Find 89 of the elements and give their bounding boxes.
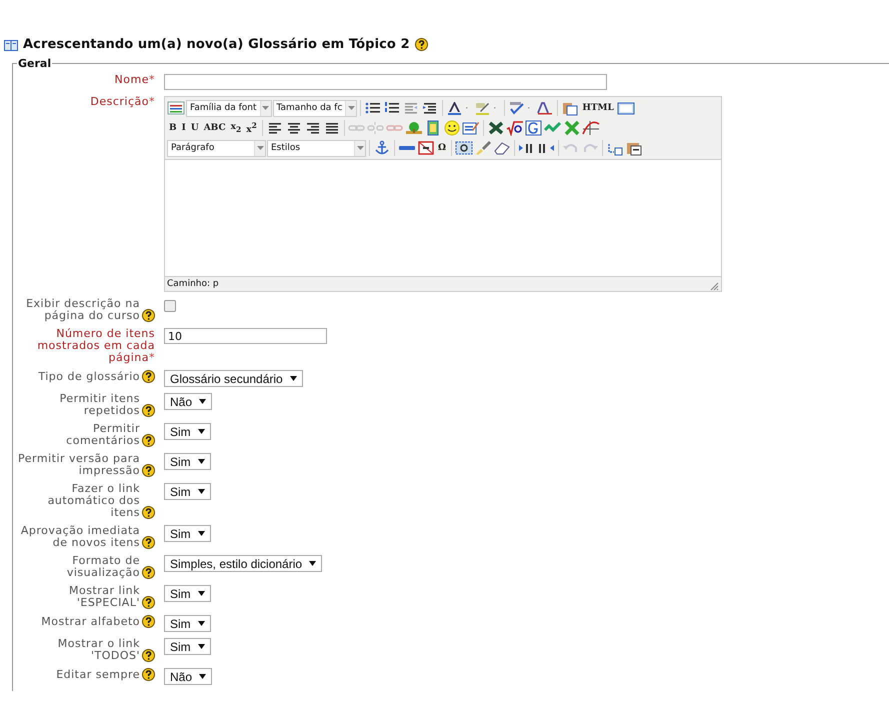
font-dropdown[interactable]: Estilos	[267, 140, 366, 156]
help-icon[interactable]	[414, 38, 428, 51]
dropdown[interactable]: Glossário secundário	[164, 370, 303, 387]
format-button[interactable]: U	[188, 120, 201, 136]
dropdown-arrow-icon[interactable]	[199, 674, 206, 679]
style-icon[interactable]	[536, 100, 554, 116]
checkbox[interactable]	[164, 300, 176, 312]
field-label: Mostrar link 'ESPECIAL'	[68, 585, 140, 609]
format-button[interactable]: x$^{2}$	[244, 120, 259, 136]
dropdown[interactable]: Não	[164, 393, 212, 410]
tree-icon[interactable]	[404, 120, 423, 136]
format-button[interactable]: I	[180, 120, 188, 136]
dropdown-arrow-icon[interactable]	[290, 376, 297, 381]
help-icon[interactable]	[142, 596, 155, 609]
grid-icon[interactable]	[167, 100, 185, 116]
crossed-box-icon[interactable]	[417, 140, 435, 156]
dropdown[interactable]: Simples, estilo dicionário	[164, 555, 322, 572]
dropdown-arrow-icon[interactable]	[198, 531, 205, 536]
dropdown-arrow-icon[interactable]	[198, 621, 205, 626]
format-button[interactable]: ABC	[202, 120, 228, 136]
brush-icon[interactable]	[474, 140, 492, 156]
dropdown-arrow-icon[interactable]	[198, 644, 205, 649]
field-label: Exibir descrição na página do curso	[25, 298, 140, 322]
font-dropdown[interactable]: Família da font	[186, 100, 272, 116]
help-icon[interactable]	[142, 370, 155, 383]
bullet-list-icon[interactable]	[364, 100, 382, 116]
help-icon[interactable]	[142, 404, 155, 417]
help-icon[interactable]	[142, 309, 155, 322]
square-root-icon[interactable]	[506, 120, 524, 136]
anchor-icon[interactable]	[373, 140, 391, 156]
field-label: Descrição*	[90, 96, 155, 108]
format-button[interactable]: x$_{2}$	[228, 120, 244, 136]
field-label: Fazer o link automático dos itens	[46, 483, 140, 519]
text-field[interactable]: 10	[164, 328, 327, 344]
help-icon[interactable]	[142, 649, 155, 662]
help-icon[interactable]	[142, 464, 155, 477]
field-label: Mostrar o link 'TODOS'	[56, 638, 140, 662]
text-field[interactable]	[164, 74, 607, 90]
help-icon[interactable]	[142, 668, 155, 681]
dropdown[interactable]: Sim	[164, 483, 211, 500]
window-icon[interactable]	[616, 100, 635, 116]
resize-grip-icon[interactable]	[710, 282, 719, 291]
dropdown[interactable]: Sim	[164, 525, 211, 542]
edit-icon[interactable]	[462, 120, 480, 136]
dropdown[interactable]: Sim	[164, 638, 211, 655]
help-icon[interactable]	[142, 566, 155, 579]
field-label: Permitir itens repetidos	[58, 393, 140, 417]
spellcheck-icon[interactable]	[508, 100, 526, 116]
book-icon	[4, 38, 18, 50]
font-dropdown[interactable]: Parágrafo	[167, 140, 266, 156]
dropdown-arrow-icon[interactable]	[198, 459, 205, 464]
cross-icon[interactable]	[486, 120, 505, 136]
dropdown[interactable]: Sim	[164, 615, 211, 632]
help-icon[interactable]	[142, 434, 155, 447]
format-button[interactable]: B	[167, 120, 179, 136]
dropdown[interactable]: Sim	[164, 585, 211, 602]
field-label: Mostrar alfabeto	[41, 616, 140, 628]
page-title: Acrescentando um(a) novo(a) Glossário em Tópico 2	[23, 37, 410, 52]
dropdown-arrow-icon[interactable]	[198, 591, 205, 596]
field-label: Editar sempre	[56, 669, 140, 681]
eraser-icon[interactable]	[493, 140, 512, 156]
clipboard-text-icon[interactable]	[625, 140, 644, 156]
field-label: Nome*	[114, 74, 155, 86]
format-button[interactable]: Ω	[436, 140, 448, 156]
field-label: Permitir comentários	[65, 423, 140, 447]
dropdown-arrow-icon[interactable]	[199, 399, 206, 404]
format-button[interactable]: HTML	[580, 100, 616, 116]
g-box-icon[interactable]	[524, 120, 543, 136]
dropdown[interactable]: Não	[164, 668, 212, 685]
dropdown[interactable]: Sim	[164, 453, 211, 470]
smiley-icon[interactable]	[442, 120, 461, 136]
editor-path: Caminho: p	[167, 279, 219, 289]
clipboard-icon[interactable]	[561, 100, 580, 116]
graph-icon[interactable]	[582, 120, 600, 136]
field-label: Formato de visualização	[66, 555, 140, 579]
section-legend: Geral	[17, 57, 52, 70]
dropdown-arrow-icon[interactable]	[198, 429, 205, 434]
field-label: Tipo de glossário	[38, 371, 140, 383]
font-dropdown[interactable]: Tamanho da fc	[272, 100, 358, 116]
help-icon[interactable]	[142, 536, 155, 549]
dropdown-arrow-icon[interactable]	[198, 489, 205, 494]
help-icon[interactable]	[142, 615, 155, 628]
field-label: Permitir versão para impressão	[17, 453, 140, 477]
dropdown[interactable]: Sim	[164, 423, 211, 440]
field-label: Número de itens mostrados em cada página*	[36, 328, 155, 364]
field-label: Aprovação imediata de novos itens	[20, 525, 140, 549]
help-icon[interactable]	[142, 506, 155, 519]
dotted-box-icon[interactable]	[455, 140, 474, 156]
dropdown-arrow-icon[interactable]	[309, 561, 316, 566]
